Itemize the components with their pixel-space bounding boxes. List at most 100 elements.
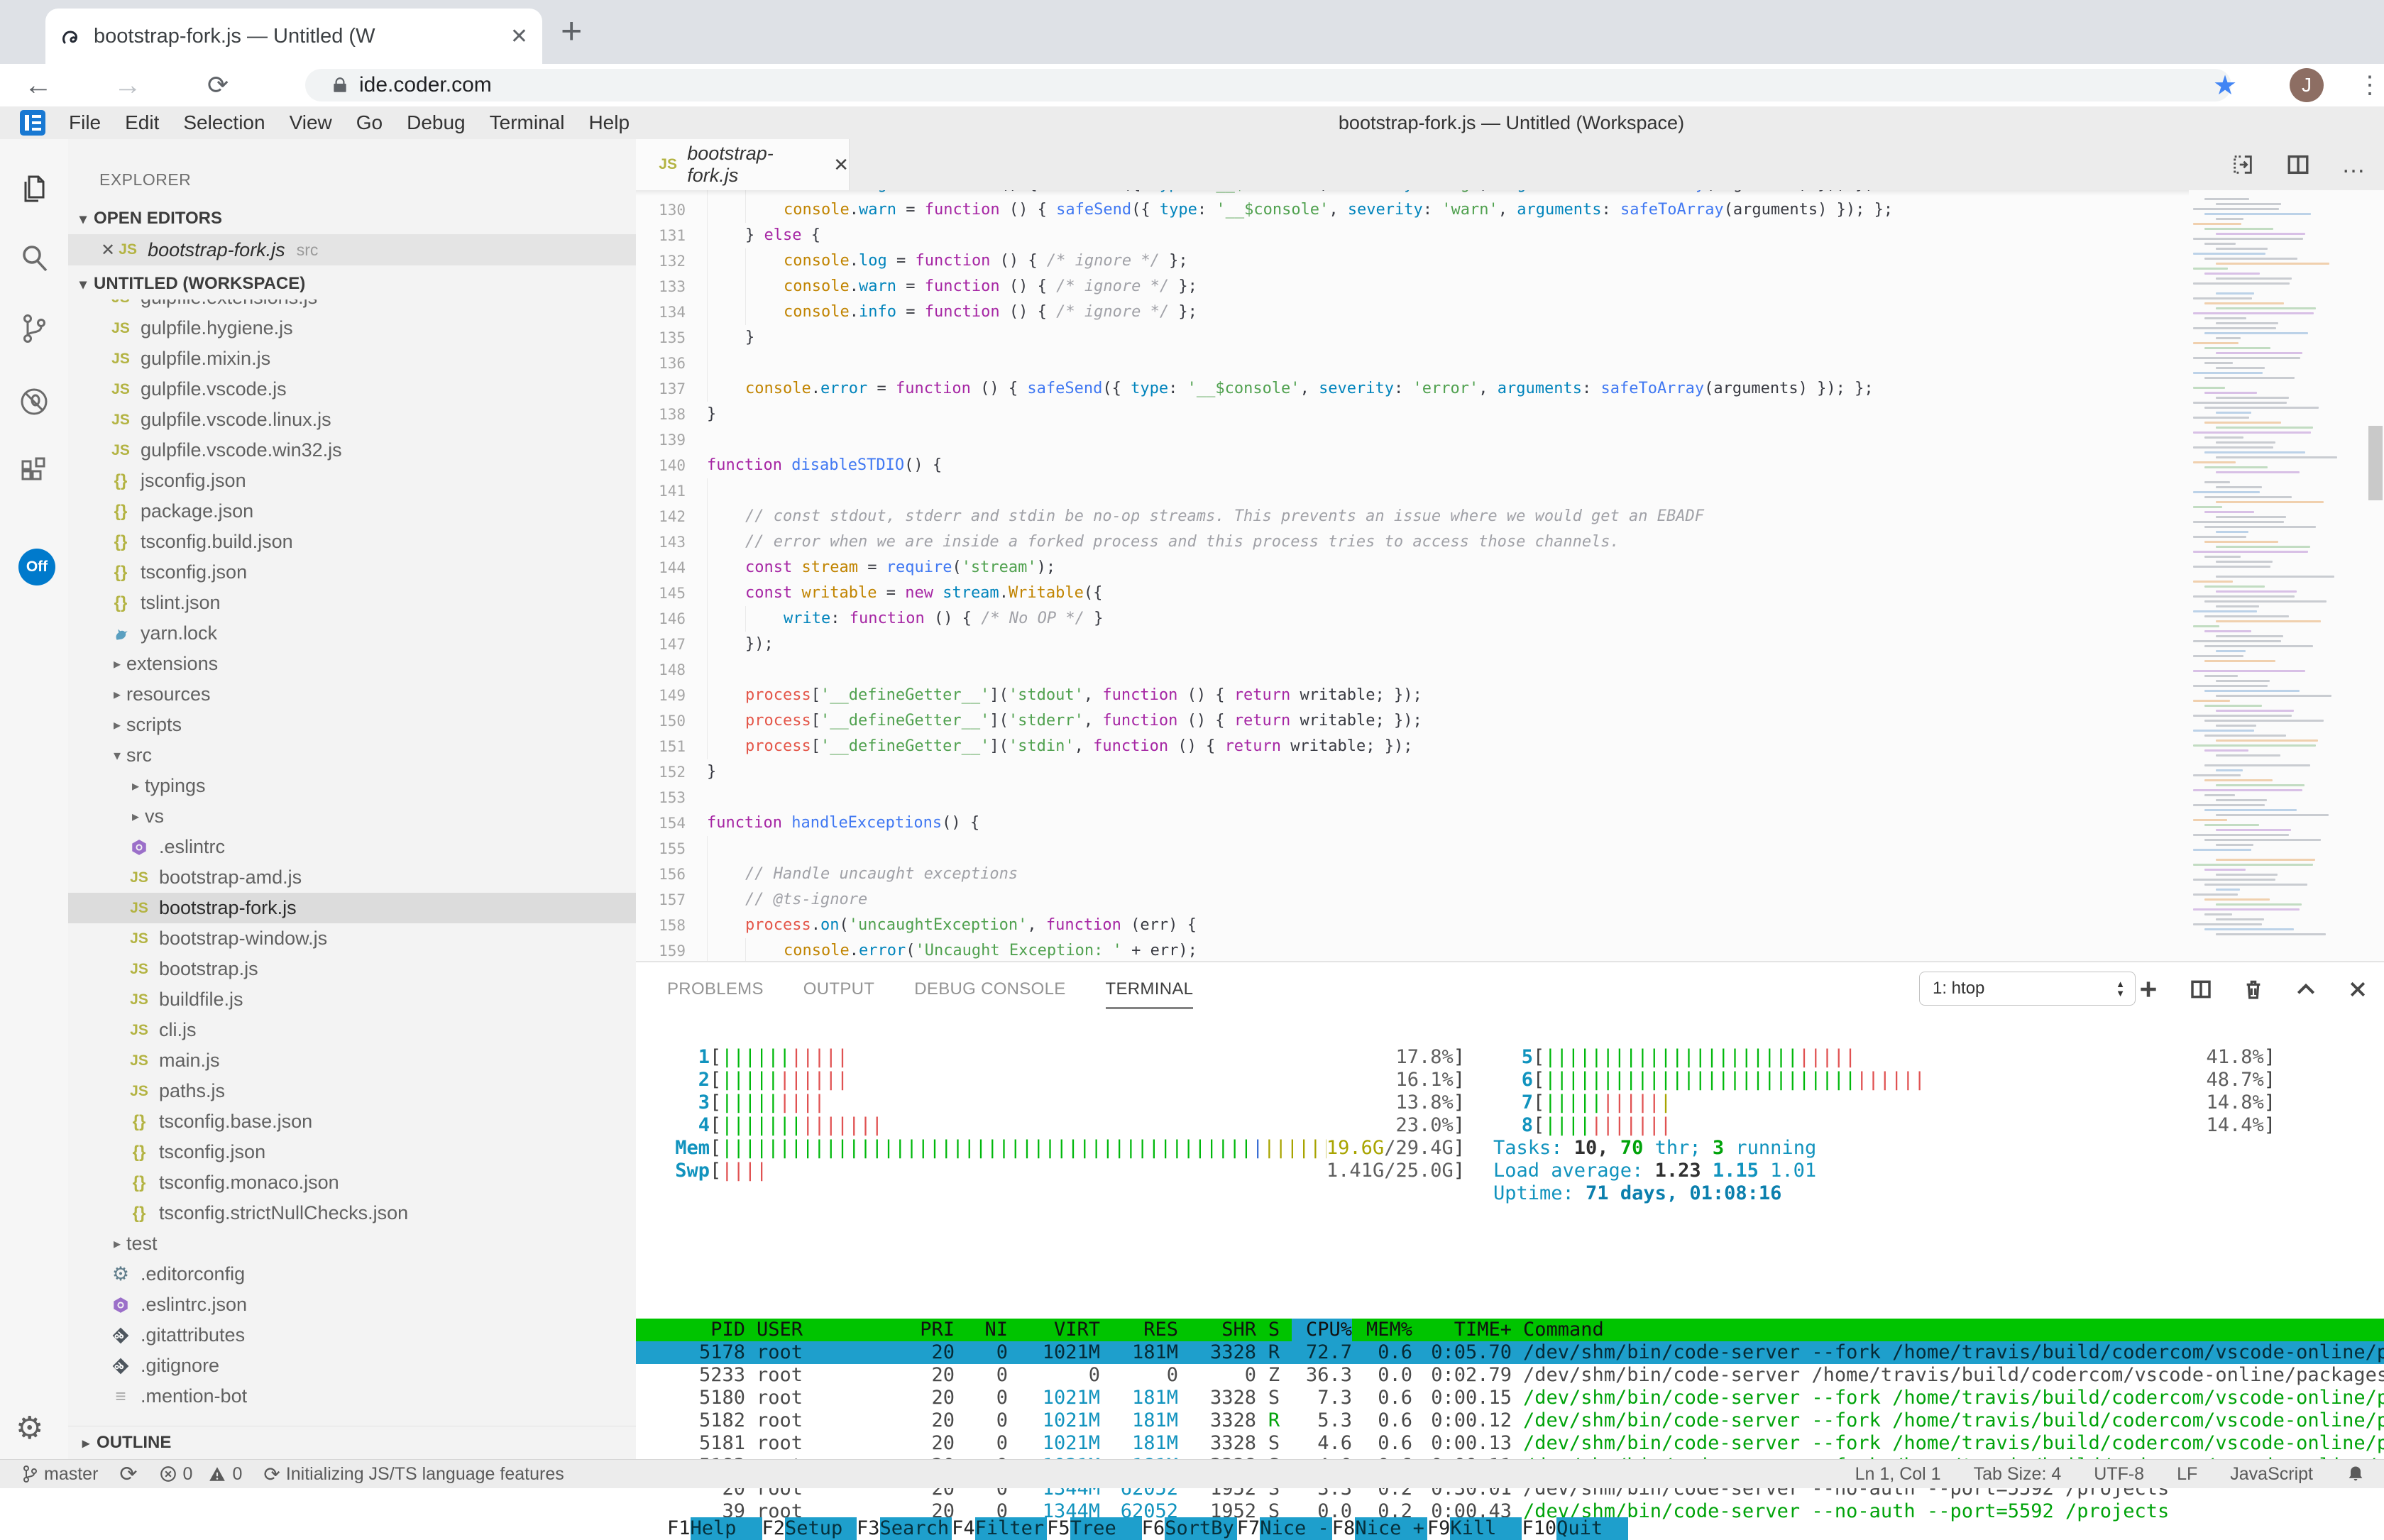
avatar[interactable]: J — [2290, 68, 2324, 102]
menu-selection[interactable]: Selection — [171, 111, 277, 134]
tree-item-extensions[interactable]: ▸extensions — [68, 649, 636, 679]
tree-item-gulpfile.vscode.win32.js[interactable]: JSgulpfile.vscode.win32.js — [68, 435, 636, 466]
tree-item-gulpfile.extensions.js[interactable]: JSgulpfile.extensions.js — [68, 299, 636, 313]
tree-item-test[interactable]: ▸test — [68, 1228, 636, 1259]
more-actions-icon[interactable]: … — [2341, 161, 2366, 168]
problems-indicator[interactable]: 0 0 — [159, 1464, 243, 1485]
tree-item-package.json[interactable]: {}package.json — [68, 496, 636, 527]
menu-go[interactable]: Go — [344, 111, 395, 134]
column-header-shr[interactable]: SHR — [1178, 1319, 1256, 1341]
fnkey-f5[interactable]: F5 — [1047, 1517, 1070, 1540]
editor-scrollbar[interactable] — [2368, 426, 2383, 500]
fnaction-nice+[interactable]: Nice + — [1355, 1517, 1427, 1540]
fnaction-kill[interactable]: Kill — [1450, 1517, 1522, 1540]
panel-tab-problems[interactable]: PROBLEMS — [667, 979, 764, 999]
address-bar[interactable]: ide.coder.com — [305, 69, 2231, 101]
fnkey-f8[interactable]: F8 — [1332, 1517, 1356, 1540]
editor-tab[interactable]: JS bootstrap-fork.js ✕ — [636, 139, 850, 190]
column-header-pri[interactable]: PRI — [859, 1319, 955, 1341]
fnkey-f7[interactable]: F7 — [1237, 1517, 1260, 1540]
tree-item-tsconfig.build.json[interactable]: {}tsconfig.build.json — [68, 527, 636, 557]
fnkey-f3[interactable]: F3 — [857, 1517, 880, 1540]
cursor-position[interactable]: Ln 1, Col 1 — [1855, 1464, 1941, 1485]
column-header-cpupct[interactable]: CPU% — [1292, 1319, 1352, 1341]
tree-item-tsconfig.strictNullChecks.json[interactable]: {}tsconfig.strictNullChecks.json — [68, 1198, 636, 1228]
tree-item-tslint.json[interactable]: {}tslint.json — [68, 588, 636, 618]
open-editor-item[interactable]: ✕ JS bootstrap-fork.js src — [68, 234, 636, 265]
menu-help[interactable]: Help — [576, 111, 642, 134]
code-viewport[interactable]: 129console.log = function () { safeSend(… — [636, 190, 2189, 962]
tree-item-gulpfile.vscode.linux.js[interactable]: JSgulpfile.vscode.linux.js — [68, 405, 636, 435]
tab-size[interactable]: Tab Size: 4 — [1974, 1464, 2062, 1485]
fnkey-f4[interactable]: F4 — [952, 1517, 975, 1540]
notifications-bell-icon[interactable] — [2346, 1464, 2366, 1484]
debug-disabled-icon[interactable] — [17, 385, 51, 419]
kill-terminal-icon[interactable] — [2242, 978, 2265, 1001]
tab-close-icon[interactable]: ✕ — [833, 154, 849, 176]
fnkey-f9[interactable]: F9 — [1427, 1517, 1451, 1540]
column-header-res[interactable]: RES — [1100, 1319, 1178, 1341]
tree-item-paths.js[interactable]: JSpaths.js — [68, 1076, 636, 1106]
tree-item-tsconfig.json[interactable]: {}tsconfig.json — [68, 557, 636, 588]
search-icon[interactable] — [17, 241, 51, 275]
sync-button[interactable]: ⟳ — [119, 1462, 137, 1487]
tree-item-scripts[interactable]: ▸scripts — [68, 710, 636, 740]
open-editors-header[interactable]: ▾ OPEN EDITORS — [68, 203, 636, 234]
close-icon[interactable]: ✕ — [101, 240, 115, 260]
fnkey-f10[interactable]: F10 — [1522, 1517, 1556, 1540]
process-row-5181[interactable]: 5181root2001021M181M3328S4.60.60:00.13/d… — [636, 1432, 2384, 1455]
tree-item-buildfile.js[interactable]: JSbuildfile.js — [68, 984, 636, 1015]
fnaction-filter[interactable]: Filter — [975, 1517, 1048, 1540]
tree-item-tsconfig.json[interactable]: {}tsconfig.json — [68, 1137, 636, 1167]
minimap[interactable] — [2189, 190, 2363, 962]
tree-item-.mention-bot[interactable]: ≡.mention-bot — [68, 1381, 636, 1412]
tree-item-.editorconfig[interactable]: ⚙.editorconfig — [68, 1259, 636, 1289]
branch-indicator[interactable]: master — [21, 1464, 98, 1485]
tree-item-tsconfig.base.json[interactable]: {}tsconfig.base.json — [68, 1106, 636, 1137]
fnaction-sortby[interactable]: SortBy — [1165, 1517, 1237, 1540]
split-terminal-icon[interactable] — [2190, 978, 2212, 1001]
column-header-s[interactable]: S — [1256, 1319, 1292, 1341]
tree-item-.eslintrc[interactable]: .eslintrc — [68, 832, 636, 862]
menu-edit[interactable]: Edit — [113, 111, 171, 134]
language-status[interactable]: ⟳ Initializing JS/TS language features — [263, 1463, 564, 1486]
fnaction-help[interactable]: Help — [691, 1517, 762, 1540]
tree-item-tsconfig.monaco.json[interactable]: {}tsconfig.monaco.json — [68, 1167, 636, 1198]
process-row-5182[interactable]: 5182root2001021M181M3328R5.30.60:00.12/d… — [636, 1409, 2384, 1432]
outline-section-header[interactable]: ▸ OUTLINE — [68, 1426, 636, 1459]
terminal[interactable]: 1[|||||||||||17.8%]2[|||||||||||16.1%]3[… — [636, 1046, 2384, 1459]
tree-item-.gitattributes[interactable]: .gitattributes — [68, 1320, 636, 1351]
menu-file[interactable]: File — [57, 111, 113, 134]
terminal-select[interactable]: 1: htop ▲▼ — [1919, 972, 2136, 1006]
back-icon[interactable]: ← — [24, 64, 53, 106]
fnaction-tree[interactable]: Tree — [1070, 1517, 1142, 1540]
split-editor-icon[interactable] — [2231, 153, 2255, 177]
column-header-ni[interactable]: NI — [955, 1319, 1008, 1341]
tree-item-gulpfile.hygiene.js[interactable]: JSgulpfile.hygiene.js — [68, 313, 636, 343]
editor-layout-icon[interactable] — [2286, 153, 2310, 177]
panel-tab-debug-console[interactable]: DEBUG CONSOLE — [914, 979, 1065, 999]
explorer-icon[interactable] — [17, 172, 51, 206]
process-row-5178[interactable]: 5178root2001021M181M3328R72.70.60:05.70/… — [636, 1341, 2384, 1364]
tree-item-cli.js[interactable]: JScli.js — [68, 1015, 636, 1045]
fnaction-setup[interactable]: Setup — [785, 1517, 857, 1540]
tree-item-vs[interactable]: ▸vs — [68, 801, 636, 832]
tree-item-main.js[interactable]: JSmain.js — [68, 1045, 636, 1076]
menu-terminal[interactable]: Terminal — [478, 111, 577, 134]
maximize-panel-icon[interactable] — [2295, 978, 2317, 1001]
column-header-user[interactable]: USER — [745, 1319, 859, 1341]
tree-item-.eslintrc.json[interactable]: .eslintrc.json — [68, 1289, 636, 1320]
new-terminal-icon[interactable] — [2137, 978, 2160, 1001]
new-tab-button[interactable]: + — [561, 10, 582, 53]
close-panel-icon[interactable] — [2347, 979, 2368, 1000]
process-row-5233[interactable]: 5233root200000Z36.30.00:02.79/dev/shm/bi… — [636, 1364, 2384, 1387]
column-header-mempct[interactable]: MEM% — [1352, 1319, 1412, 1341]
tree-item-resources[interactable]: ▸resources — [68, 679, 636, 710]
fnkey-f1[interactable]: F1 — [667, 1517, 691, 1540]
bookmark-star-icon[interactable]: ★ — [2213, 64, 2237, 106]
forward-icon[interactable]: → — [114, 64, 142, 106]
column-header-pid[interactable]: PID — [667, 1319, 745, 1341]
column-header-virt[interactable]: VIRT — [1008, 1319, 1100, 1341]
tree-item-gulpfile.mixin.js[interactable]: JSgulpfile.mixin.js — [68, 343, 636, 374]
tree-item-gulpfile.vscode.js[interactable]: JSgulpfile.vscode.js — [68, 374, 636, 405]
